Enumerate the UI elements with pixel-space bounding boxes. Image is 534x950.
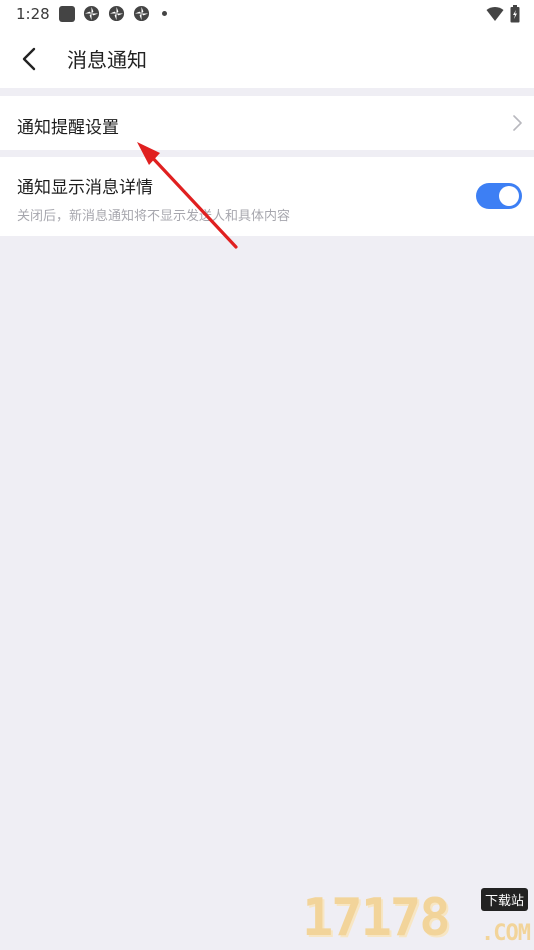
wheel-notification-icon — [108, 5, 125, 22]
show-message-details-description: 关闭后，新消息通知将不显示发送人和具体内容 — [17, 209, 291, 224]
show-message-details-label: 通知显示消息详情 — [17, 178, 153, 198]
watermark-suffix: .COM — [481, 921, 531, 946]
status-notification-icons — [59, 5, 167, 22]
chevron-left-icon[interactable] — [14, 44, 44, 74]
toggle-knob — [499, 186, 519, 206]
show-message-details-toggle[interactable] — [476, 183, 522, 209]
watermark-digits: 17178 — [302, 888, 451, 948]
status-system-icons — [486, 5, 520, 23]
notification-reminder-settings-row[interactable]: 通知提醒设置 — [0, 96, 534, 150]
dot-icon — [162, 11, 167, 16]
wifi-icon — [486, 7, 504, 21]
page-title: 消息通知 — [67, 48, 147, 72]
chevron-right-icon — [513, 115, 522, 131]
notification-reminder-label: 通知提醒设置 — [17, 118, 119, 138]
status-time: 1:28 — [16, 5, 50, 23]
show-message-details-row: 通知显示消息详情 关闭后，新消息通知将不显示发送人和具体内容 — [0, 157, 534, 236]
battery-icon — [510, 5, 520, 23]
status-bar: 1:28 — [0, 0, 534, 28]
square-notification-icon — [59, 5, 75, 22]
wheel-notification-icon — [83, 5, 100, 22]
site-watermark: 17178 下载站 .COM — [302, 888, 531, 948]
app-header: 消息通知 — [0, 28, 534, 88]
watermark-badge: 下载站 — [480, 888, 528, 911]
wheel-notification-icon — [133, 5, 150, 22]
